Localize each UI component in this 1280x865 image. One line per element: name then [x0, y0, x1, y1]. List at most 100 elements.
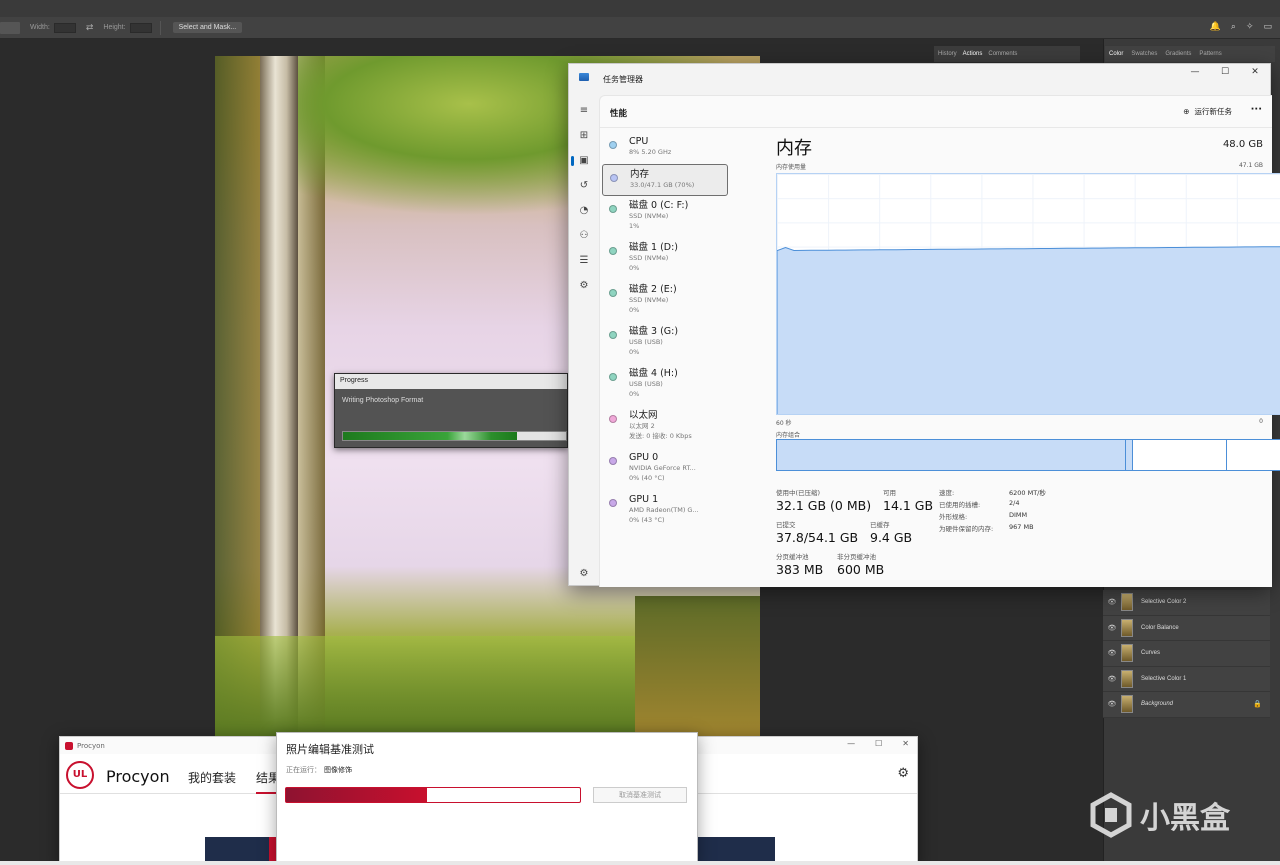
tm-main-pane: 性能 ⊕ 运行新任务 ··· CPU 8% 5.20 GHz 内存 33.0/4… — [599, 95, 1280, 587]
composition-in-use — [777, 440, 1126, 470]
layer-name: Color Balance — [1141, 624, 1179, 631]
tab-my-suites[interactable]: 我的套装 — [188, 769, 236, 786]
stat-value: 37.8/54.1 GB — [776, 530, 859, 545]
search-icon[interactable]: ⌕ — [1231, 21, 1236, 32]
prop-value: DIMM — [1009, 511, 1028, 519]
bell-icon[interactable]: 🔔 — [1210, 21, 1221, 32]
device-name: 磁盘 1 (D:) — [629, 242, 679, 253]
benchmark-title: 照片编辑基准测试 — [286, 743, 374, 756]
memory-properties: 速度: 6200 MT/秒 已使用的插槽: 2/4 外形规格: DIMM 为硬件保留的… — [939, 487, 1046, 535]
device-name: GPU 1 — [629, 494, 659, 505]
hamburger-icon[interactable]: ≡ — [577, 104, 591, 118]
tab-swatches[interactable]: Swatches — [1131, 51, 1157, 57]
minimize-button[interactable]: — — [1180, 67, 1210, 83]
device-sub: USB (USB) — [629, 338, 663, 346]
tm-nav-rail: ≡ ⊞ ▣ ↺ ◔ ⚇ ☰ ⚙ ⚙ — [569, 92, 599, 587]
swap-icon[interactable]: ⇄ — [86, 22, 94, 33]
watermark-text: 小黑盒 — [1140, 801, 1230, 836]
device-sub2: 0% (43 °C) — [629, 516, 665, 524]
run-new-task-button[interactable]: ⊕ 运行新任务 — [1183, 106, 1232, 117]
photoshop-options-bar: Width: ⇄ Height: Select and Mask... 🔔 ⌕ … — [0, 17, 1280, 39]
memory-total: 48.0 GB — [1222, 139, 1263, 150]
style-dropdown[interactable] — [0, 21, 20, 34]
cancel-benchmark-button[interactable]: 取消基准测试 — [593, 787, 687, 803]
eye-icon[interactable]: 👁 — [1103, 598, 1121, 606]
tab-actions[interactable]: Actions — [963, 51, 983, 57]
tab-color[interactable]: Color — [1109, 51, 1123, 57]
benchmark-running: 正在运行： 图像修饰 — [286, 765, 352, 775]
device-item[interactable]: CPU 8% 5.20 GHz — [602, 132, 728, 164]
processes-icon[interactable]: ⊞ — [577, 129, 591, 143]
layer-row[interactable]: 👁 Curves — [1103, 641, 1270, 667]
device-item[interactable]: 以太网 以太网 2 发送: 0 接收: 0 Kbps — [602, 406, 728, 448]
stat-label: 分页缓冲池 — [776, 553, 809, 561]
users-icon[interactable]: ⚇ — [577, 229, 591, 243]
layer-name: Selective Color 1 — [1141, 675, 1187, 682]
device-list: CPU 8% 5.20 GHz 内存 33.0/47.1 GB (70%) 磁盘… — [602, 132, 728, 532]
photo-trees-right — [635, 596, 760, 736]
usage-area — [777, 246, 1280, 414]
details-icon[interactable]: ☰ — [577, 254, 591, 268]
device-item[interactable]: 磁盘 1 (D:) SSD (NVMe) 0% — [602, 238, 728, 280]
select-and-mask-button[interactable]: Select and Mask... — [172, 22, 243, 33]
height-input[interactable] — [129, 22, 152, 33]
status-dot — [610, 174, 618, 182]
stat-label: 已提交 — [776, 521, 796, 529]
prop-value: 2/4 — [1009, 499, 1020, 507]
tm-header: 性能 ⊕ 运行新任务 ··· — [600, 96, 1272, 128]
gear-icon[interactable]: ⚙ — [897, 766, 909, 781]
more-options-button[interactable]: ··· — [1251, 104, 1262, 115]
stat-value: 9.4 GB — [870, 530, 913, 545]
eye-icon[interactable]: 👁 — [1103, 649, 1121, 657]
device-name: 磁盘 0 (C: F:) — [629, 200, 689, 211]
eye-icon[interactable]: 👁 — [1103, 700, 1121, 708]
tm-title: 任务管理器 — [603, 75, 643, 84]
photoshop-titlebar — [0, 0, 1280, 17]
progress-dialog-title: Progress — [335, 374, 567, 389]
device-item[interactable]: 磁盘 4 (H:) USB (USB) 0% — [602, 364, 728, 406]
prop-key: 外形规格: — [939, 513, 968, 521]
width-input[interactable] — [53, 22, 76, 33]
services-icon[interactable]: ⚙ — [577, 279, 591, 293]
benchmark-progress-fill — [286, 788, 428, 802]
prop-value: 6200 MT/秒 — [1009, 489, 1046, 497]
settings-icon[interactable]: ⚙ — [577, 567, 591, 581]
device-sub2: 0% — [629, 264, 640, 272]
minimize-button[interactable]: — — [847, 739, 855, 748]
device-item[interactable]: GPU 0 NVIDIA GeForce RT... 0% (40 °C) — [602, 448, 728, 490]
device-item[interactable]: GPU 1 AMD Radeon(TM) G... 0% (43 °C) — [602, 490, 728, 532]
prop-value: 967 MB — [1009, 523, 1034, 531]
performance-icon[interactable]: ▣ — [571, 154, 591, 168]
startup-apps-icon[interactable]: ◔ — [577, 204, 591, 218]
tab-history[interactable]: History — [938, 51, 957, 57]
maximize-button[interactable]: ☐ — [875, 739, 882, 748]
app-history-icon[interactable]: ↺ — [577, 179, 591, 193]
layer-row[interactable]: 👁 Selective Color 1 — [1103, 666, 1270, 692]
layer-row[interactable]: 👁 Color Balance — [1103, 615, 1270, 641]
device-name: 以太网 — [629, 410, 658, 421]
device-item[interactable]: 磁盘 2 (E:) SSD (NVMe) 0% — [602, 280, 728, 322]
device-item-memory[interactable]: 内存 33.0/47.1 GB (70%) — [602, 164, 728, 196]
layer-row-background[interactable]: 👁 Background 🔒 — [1103, 692, 1270, 718]
workspace-icon[interactable]: ▭ — [1263, 21, 1272, 32]
run-new-task-label: 运行新任务 — [1194, 107, 1233, 116]
device-item[interactable]: 磁盘 3 (G:) USB (USB) 0% — [602, 322, 728, 364]
status-dot — [609, 373, 617, 381]
stat-cached: 已缓存 9.4 GB — [870, 519, 912, 545]
options-divider — [159, 20, 161, 35]
benchmark-dialog: 照片编辑基准测试 正在运行： 图像修饰 取消基准测试 — [276, 732, 698, 865]
close-button[interactable]: ✕ — [1240, 67, 1270, 83]
tab-patterns[interactable]: Patterns — [1199, 51, 1221, 57]
eye-icon[interactable]: 👁 — [1103, 624, 1121, 632]
tab-comments[interactable]: Comments — [988, 51, 1017, 57]
eye-icon[interactable]: 👁 — [1103, 675, 1121, 683]
close-button[interactable]: ✕ — [902, 739, 909, 748]
lock-icon[interactable]: 🔒 — [1253, 700, 1262, 708]
device-item[interactable]: 磁盘 0 (C: F:) SSD (NVMe) 1% — [602, 196, 728, 238]
tab-gradients[interactable]: Gradients — [1165, 51, 1191, 57]
running-label: 正在运行： — [286, 766, 321, 774]
maximize-button[interactable]: ☐ — [1210, 67, 1240, 83]
stat-in-use: 使用中(已压缩) 32.1 GB (0 MB) — [776, 487, 871, 513]
layer-row[interactable]: 👁 Selective Color 2 — [1103, 590, 1270, 616]
lightbulb-icon[interactable]: ✧ — [1246, 21, 1254, 32]
